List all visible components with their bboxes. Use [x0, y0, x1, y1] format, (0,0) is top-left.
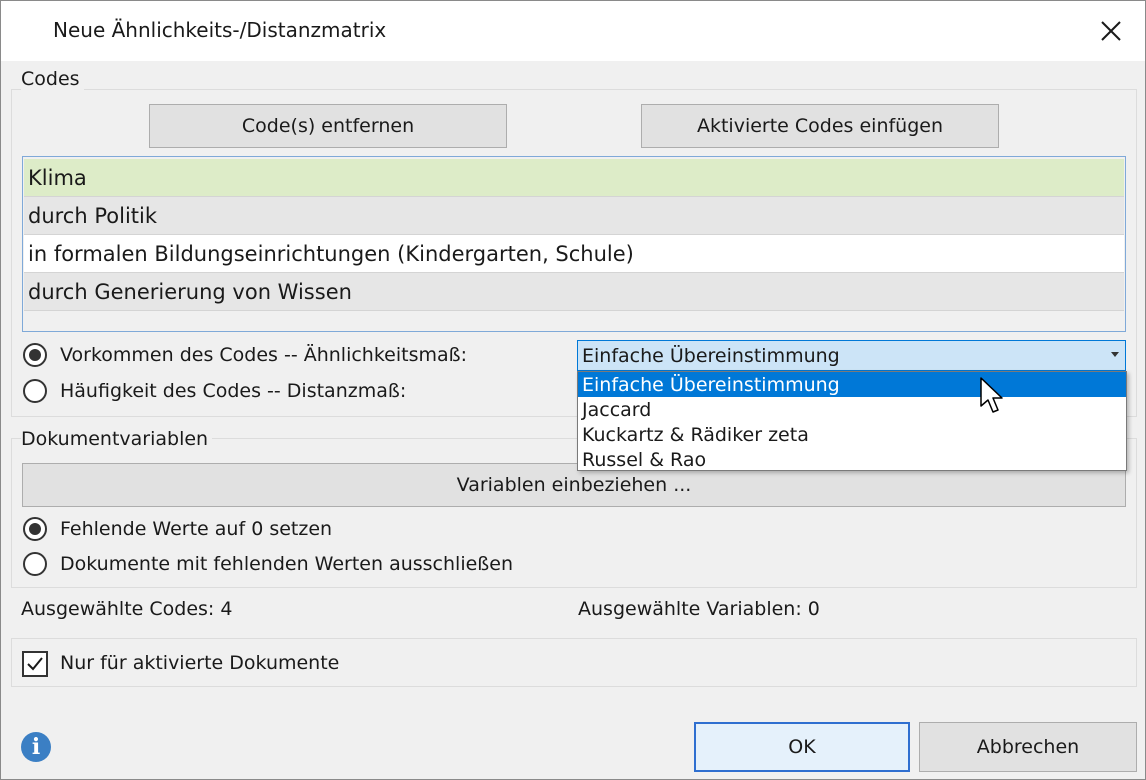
- checkmark-icon: [27, 657, 43, 671]
- option-simple-matching[interactable]: Einfache Übereinstimmung: [578, 372, 1126, 397]
- only-active-checkbox[interactable]: [22, 651, 48, 677]
- only-active-label: Nur für aktivierte Dokumente: [60, 652, 340, 674]
- missing-exclude-radio[interactable]: [23, 552, 47, 576]
- option-jaccard[interactable]: Jaccard: [578, 397, 1126, 422]
- close-icon: [1101, 21, 1121, 41]
- selected-variables-count: Ausgewählte Variablen: 0: [578, 598, 820, 620]
- title-bar: Neue Ähnlichkeits-/Distanzmatrix: [1, 1, 1145, 61]
- dialog-window: Neue Ähnlichkeits-/Distanzmatrix Codes C…: [0, 0, 1146, 780]
- codes-group-label: Codes: [21, 68, 84, 90]
- chevron-down-icon: [1111, 352, 1119, 357]
- similarity-measure-value: Einfache Übereinstimmung: [582, 344, 840, 367]
- insert-activated-codes-button[interactable]: Aktivierte Codes einfügen: [641, 104, 999, 148]
- info-icon[interactable]: i: [21, 732, 51, 762]
- list-item-label: in formalen Bildungseinrichtungen (Kinde…: [28, 241, 634, 266]
- codes-list[interactable]: Klima durch Politik in formalen Bildungs…: [22, 156, 1126, 332]
- missing-zero-label: Fehlende Werte auf 0 setzen: [60, 518, 333, 540]
- list-item[interactable]: Klima: [24, 159, 1124, 197]
- similarity-measure-dropdown: Einfache Übereinstimmung Jaccard Kuckart…: [577, 371, 1127, 471]
- option-kuckartz-raediker-zeta[interactable]: Kuckartz & Rädiker zeta: [578, 422, 1126, 447]
- list-item-label: durch Generierung von Wissen: [28, 279, 352, 304]
- close-button[interactable]: [1089, 11, 1133, 51]
- list-item[interactable]: durch Generierung von Wissen: [24, 273, 1124, 311]
- mouse-cursor-icon: [980, 377, 1003, 413]
- missing-zero-radio[interactable]: [23, 517, 47, 541]
- occurrence-label: Vorkommen des Codes -- Ähnlichkeitsmaß:: [60, 344, 468, 366]
- option-russel-rao[interactable]: Russel & Rao: [578, 447, 1126, 472]
- missing-exclude-label: Dokumente mit fehlenden Werten ausschlie…: [60, 553, 513, 575]
- frequency-label: Häufigkeit des Codes -- Distanzmaß:: [60, 380, 407, 402]
- list-item-label: Klima: [28, 165, 87, 190]
- docvars-group-label: Dokumentvariablen: [21, 428, 213, 450]
- list-item[interactable]: durch Politik: [24, 197, 1124, 235]
- list-item[interactable]: in formalen Bildungseinrichtungen (Kinde…: [24, 235, 1124, 273]
- remove-codes-button[interactable]: Code(s) entfernen: [149, 104, 507, 148]
- ok-button[interactable]: OK: [694, 722, 910, 772]
- similarity-measure-select[interactable]: Einfache Übereinstimmung: [577, 340, 1126, 371]
- list-item-label: durch Politik: [28, 203, 158, 228]
- selected-codes-count: Ausgewählte Codes: 4: [21, 598, 233, 620]
- window-title: Neue Ähnlichkeits-/Distanzmatrix: [53, 18, 387, 42]
- occurrence-radio[interactable]: [23, 343, 47, 367]
- frequency-radio[interactable]: [23, 379, 47, 403]
- cancel-button[interactable]: Abbrechen: [919, 722, 1137, 772]
